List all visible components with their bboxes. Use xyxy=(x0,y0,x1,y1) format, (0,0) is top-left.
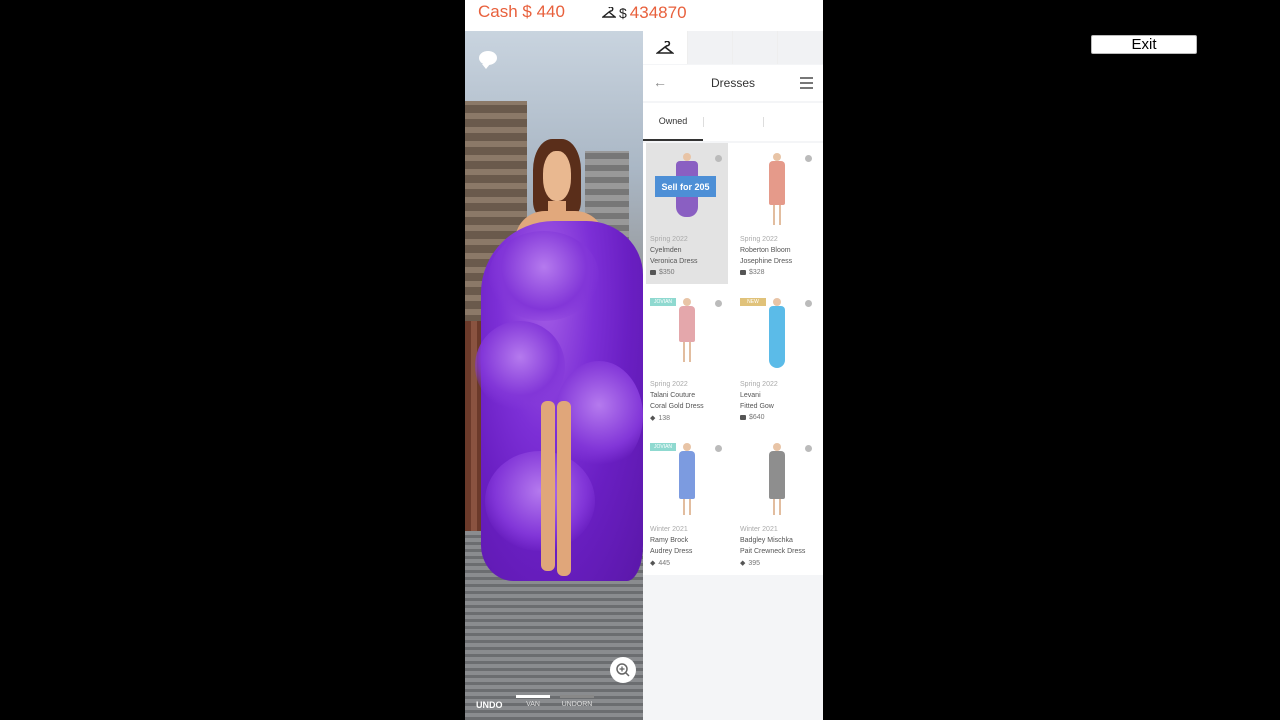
item-name: Pait Crewneck Dress xyxy=(740,548,806,555)
item-card[interactable]: JOVIAN Spring 2022 Talani Couture Coral … xyxy=(646,288,728,429)
item-price: ◆ 138 xyxy=(650,414,671,423)
item-tag: NEW xyxy=(740,298,766,306)
control-label: VAN xyxy=(526,701,540,708)
info-icon[interactable] xyxy=(805,155,812,162)
item-name: Audrey Dress xyxy=(650,548,693,555)
item-name: Josephine Dress xyxy=(740,258,793,265)
item-tag: JOVIAN xyxy=(650,298,676,306)
item-card[interactable]: JOVIAN Winter 2021 Ramy Brock Audrey Dre… xyxy=(646,433,728,574)
hanger-icon xyxy=(656,40,674,54)
item-brand: Levani xyxy=(740,392,761,399)
item-tag: JOVIAN xyxy=(650,443,676,451)
item-price-value: 395 xyxy=(748,559,761,567)
wardrobe-panel: ← Dresses Owned Sell for 205 Spring 2022… xyxy=(643,31,823,720)
cash-icon xyxy=(650,270,656,275)
item-card[interactable]: NEW Spring 2022 Levani Fitted Gow $640 xyxy=(736,288,818,429)
item-name: Veronica Dress xyxy=(650,258,698,265)
zoom-in-icon xyxy=(616,663,630,677)
tab-3[interactable] xyxy=(733,31,778,64)
coins-value: 434870 xyxy=(629,3,687,22)
item-price: ◆ 445 xyxy=(650,559,671,568)
item-season: Spring 2022 xyxy=(740,236,778,243)
diamond-icon: ◆ xyxy=(740,560,746,567)
dress-thumbnail xyxy=(768,298,786,373)
item-season: Winter 2021 xyxy=(650,526,688,533)
stage-controls: UNDO VAN UNDORN xyxy=(465,691,643,720)
subtab-divider xyxy=(703,117,704,127)
game-app: Cash $ 440 $ 434870 UNDO VAN UNDORN ← Dr… xyxy=(465,0,823,720)
item-price-value: $328 xyxy=(749,269,765,276)
avatar-leg xyxy=(557,401,571,576)
category-title: Dresses xyxy=(710,76,755,90)
item-price-value: 138 xyxy=(658,414,671,422)
cash-balance: Cash $ 440 xyxy=(478,2,565,21)
item-brand: Badgley Mischka xyxy=(740,537,793,544)
info-icon[interactable] xyxy=(715,155,722,162)
item-season: Winter 2021 xyxy=(740,526,778,533)
dress-thumbnail xyxy=(678,443,696,518)
info-icon[interactable] xyxy=(715,445,722,452)
arrow-left-icon[interactable]: ← xyxy=(653,74,667,90)
chat-icon[interactable] xyxy=(479,51,497,69)
filter-icon[interactable] xyxy=(800,77,813,92)
item-season: Spring 2022 xyxy=(650,236,688,243)
item-brand: Ramy Brock xyxy=(650,537,689,544)
item-season: Spring 2022 xyxy=(740,381,778,388)
item-card[interactable]: Winter 2021 Badgley Mischka Pait Crewnec… xyxy=(736,433,818,574)
dress-ruffle xyxy=(475,321,565,411)
avatar-stage: UNDO VAN UNDORN xyxy=(465,31,643,720)
item-grid: Sell for 205 Spring 2022 Cyelmden Veroni… xyxy=(643,143,823,575)
item-card[interactable]: Spring 2022 Roberton Bloom Josephine Dre… xyxy=(736,143,818,284)
item-name: Fitted Gow xyxy=(740,403,774,410)
control-indicator xyxy=(560,695,594,698)
item-price: $350 xyxy=(650,269,675,276)
control-van[interactable]: VAN xyxy=(516,695,550,708)
dress-thumbnail xyxy=(768,443,786,518)
subtab-divider xyxy=(763,117,764,127)
cash-icon xyxy=(740,270,746,275)
sell-button[interactable]: Sell for 205 xyxy=(655,176,716,197)
dress-ruffle xyxy=(489,231,599,321)
wardrobe-tabs xyxy=(643,31,823,64)
avatar-face xyxy=(543,151,571,201)
tab-4[interactable] xyxy=(778,31,823,64)
item-price: $328 xyxy=(740,269,765,276)
control-label: UNDORN xyxy=(561,701,593,708)
item-price-value: $640 xyxy=(749,414,765,421)
info-icon[interactable] xyxy=(805,445,812,452)
undo-button[interactable]: UNDO xyxy=(476,700,503,710)
top-bar: Cash $ 440 $ 434870 xyxy=(465,0,823,31)
item-price-value: 445 xyxy=(658,559,671,567)
category-header: ← Dresses xyxy=(643,65,823,101)
diamond-icon: ◆ xyxy=(650,560,656,567)
exit-button[interactable]: Exit xyxy=(1091,35,1197,54)
item-price: ◆ 395 xyxy=(740,559,761,568)
item-name: Coral Gold Dress xyxy=(650,403,704,410)
avatar-leg xyxy=(541,401,555,571)
tab-2[interactable] xyxy=(688,31,733,64)
coins-dollar-sign: $ xyxy=(619,5,627,21)
info-icon[interactable] xyxy=(805,300,812,307)
dress-thumbnail xyxy=(678,298,696,373)
item-brand: Talani Couture xyxy=(650,392,696,399)
subtabs: Owned xyxy=(643,103,823,141)
hanger-icon xyxy=(602,7,616,18)
cash-icon xyxy=(740,415,746,420)
tab-wardrobe[interactable] xyxy=(643,31,688,64)
item-season: Spring 2022 xyxy=(650,381,688,388)
control-undorn[interactable]: UNDORN xyxy=(560,695,594,708)
item-price-value: $350 xyxy=(659,269,675,276)
subtab-owned[interactable]: Owned xyxy=(643,103,703,141)
zoom-button[interactable] xyxy=(610,657,636,683)
item-card[interactable]: Sell for 205 Spring 2022 Cyelmden Veroni… xyxy=(646,143,728,284)
control-indicator xyxy=(516,695,550,698)
item-brand: Roberton Bloom xyxy=(740,247,791,254)
dress-ruffle xyxy=(485,451,595,551)
dress-thumbnail xyxy=(768,153,786,228)
diamond-icon: ◆ xyxy=(650,415,656,422)
item-price: $640 xyxy=(740,414,765,421)
item-brand: Cyelmden xyxy=(650,247,682,254)
coins-balance: $ 434870 xyxy=(602,2,698,24)
info-icon[interactable] xyxy=(715,300,722,307)
